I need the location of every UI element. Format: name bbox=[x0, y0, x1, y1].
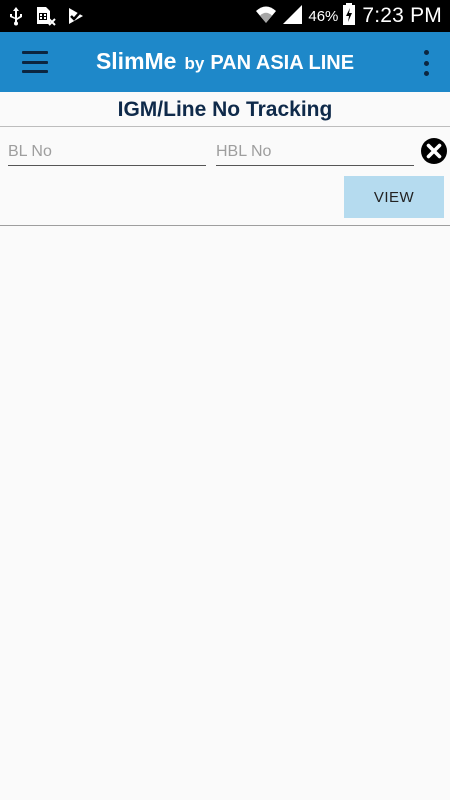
status-bar: 46% 7:23 PM bbox=[0, 0, 450, 32]
app-title: SlimMe by PAN ASIA LINE bbox=[0, 48, 450, 75]
clear-icon[interactable] bbox=[420, 137, 448, 165]
app-bar: SlimMe by PAN ASIA LINE bbox=[0, 32, 450, 92]
battery-percent: 46% bbox=[308, 7, 339, 25]
signal-icon bbox=[282, 3, 304, 30]
bl-no-input[interactable] bbox=[8, 140, 206, 164]
status-bar-right: 46% 7:23 PM bbox=[254, 0, 442, 32]
status-time: 7:23 PM bbox=[362, 4, 442, 27]
battery-icon bbox=[342, 2, 356, 31]
download-check-icon bbox=[66, 6, 86, 26]
page-title: IGM/Line No Tracking bbox=[117, 98, 333, 121]
sim-card-icon bbox=[34, 5, 56, 27]
form-divider bbox=[0, 225, 450, 226]
usb-icon bbox=[8, 6, 24, 26]
app-title-by: by bbox=[184, 54, 205, 73]
title-divider bbox=[0, 126, 450, 127]
view-button[interactable]: VIEW bbox=[344, 176, 444, 218]
app-brand: PAN ASIA LINE bbox=[210, 52, 355, 74]
wifi-icon bbox=[254, 4, 278, 29]
hbl-no-input[interactable] bbox=[216, 140, 414, 164]
app-name: SlimMe bbox=[95, 48, 177, 74]
status-bar-left bbox=[8, 5, 96, 27]
hbl-no-field bbox=[216, 140, 414, 166]
overflow-menu-icon[interactable] bbox=[422, 50, 430, 76]
bl-no-field bbox=[8, 140, 206, 166]
